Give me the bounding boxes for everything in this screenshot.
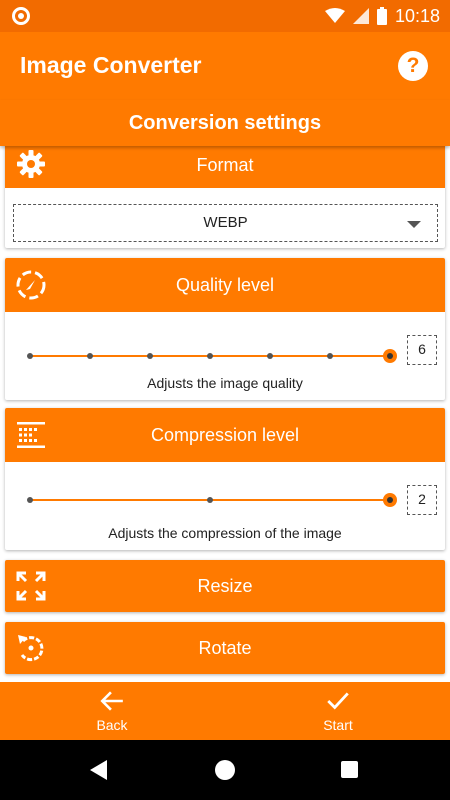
help-button[interactable]: ?: [398, 51, 428, 81]
format-card: Format WEBP: [5, 142, 445, 248]
battery-icon: [376, 7, 387, 25]
start-button[interactable]: Start: [278, 682, 398, 740]
rotate-card[interactable]: Rotate: [5, 622, 445, 674]
compression-slider-tick: [207, 497, 213, 503]
format-header: Format: [5, 142, 445, 188]
status-bar: 10:18: [0, 0, 450, 32]
format-title: Format: [196, 155, 254, 175]
resize-icon: [16, 571, 46, 601]
rotate-icon: [18, 635, 44, 662]
speedometer-icon: [16, 270, 46, 300]
nav-home-icon[interactable]: [215, 760, 235, 780]
quality-caption: Adjusts the image quality: [147, 375, 303, 391]
compression-title: Compression level: [150, 425, 300, 445]
notification-icon: [12, 7, 30, 25]
status-time: 10:18: [394, 5, 440, 26]
compression-slider[interactable]: [27, 490, 397, 510]
back-label: Back: [96, 717, 128, 733]
app-title: Image Converter: [20, 52, 202, 78]
quality-slider-tick: [327, 353, 333, 359]
start-label: Start: [323, 717, 353, 733]
wifi-icon: [324, 8, 345, 23]
nav-recents-icon[interactable]: [341, 761, 358, 778]
quality-slider-tick: [267, 353, 273, 359]
resize-title: Resize: [197, 576, 253, 596]
quality-slider-tick: [87, 353, 93, 359]
quality-header: Quality level: [5, 258, 445, 312]
section-header: Conversion settings: [0, 100, 450, 146]
signal-icon: [352, 8, 369, 24]
format-dropdown[interactable]: WEBP: [13, 204, 438, 242]
system-nav-bar: [0, 740, 450, 800]
resize-header: Resize: [5, 560, 445, 612]
nav-back-icon[interactable]: [90, 760, 107, 780]
bottom-bar: Back Start: [0, 682, 450, 740]
quality-value[interactable]: 6: [407, 335, 437, 365]
compression-value[interactable]: 2: [407, 485, 437, 515]
back-button[interactable]: Back: [52, 682, 172, 740]
quality-card: Quality level 6 Adjusts the image qualit…: [5, 258, 445, 400]
compression-slider-thumb[interactable]: [383, 493, 397, 507]
quality-slider-tick: [147, 353, 153, 359]
quality-slider-tick: [27, 353, 33, 359]
quality-slider-tick: [207, 353, 213, 359]
quality-slider-thumb[interactable]: [383, 349, 397, 363]
compression-card: Compression level 2 Adjusts the compress…: [5, 408, 445, 550]
quality-title: Quality level: [175, 275, 275, 295]
status-icons: 10:18: [324, 0, 440, 32]
compression-slider-tick: [27, 497, 33, 503]
quality-slider[interactable]: [27, 346, 397, 366]
compression-header: Compression level: [5, 408, 445, 462]
rotate-header: Rotate: [5, 622, 445, 674]
compression-caption: Adjusts the compression of the image: [108, 525, 342, 541]
compress-icon: [17, 422, 45, 448]
app-bar: Image Converter ?: [0, 32, 450, 100]
resize-card[interactable]: Resize: [5, 560, 445, 612]
chevron-down-icon: [407, 221, 421, 228]
check-icon: [327, 692, 349, 710]
rotate-title: Rotate: [198, 638, 252, 658]
gear-icon: [17, 150, 45, 178]
arrow-left-icon: [100, 691, 123, 711]
format-selected-value: WEBP: [203, 214, 248, 231]
